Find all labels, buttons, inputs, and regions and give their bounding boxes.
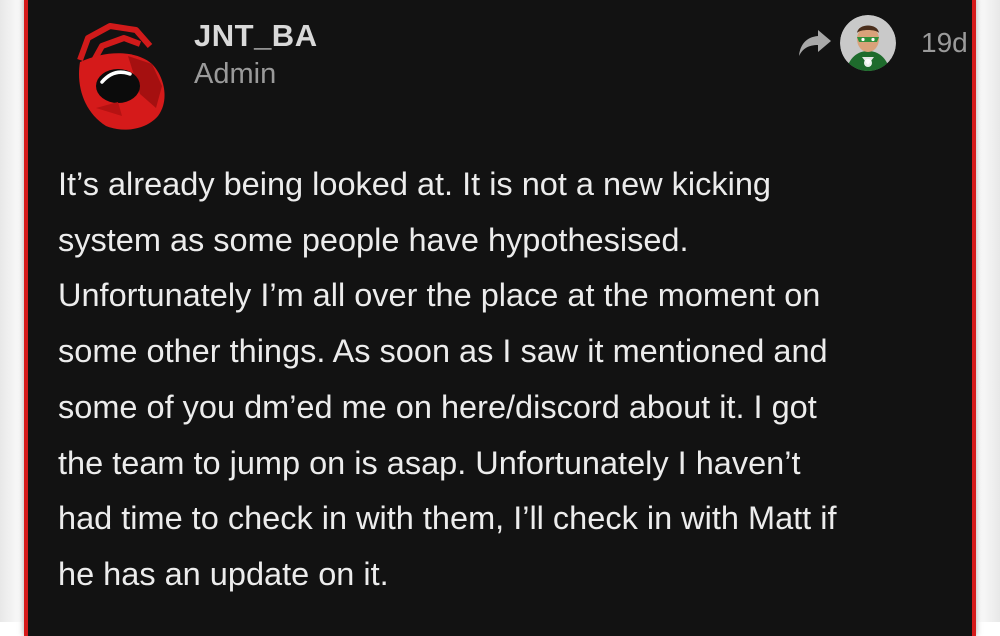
- post-body-line: Unfortunately I’m all over the place at …: [58, 277, 821, 314]
- reply-to-button[interactable]: [798, 28, 832, 58]
- post-date[interactable]: 19d: [921, 27, 968, 59]
- post-body-line: the team to jump on is asap. Unfortunate…: [58, 444, 801, 481]
- author-title: Admin: [194, 58, 277, 90]
- reply-arrow-icon: [799, 30, 831, 56]
- post-body: It’s already being looked at. It is not …: [58, 157, 958, 603]
- author-avatar[interactable]: [66, 16, 182, 132]
- post-body-line: some of you dm’ed me on here/discord abo…: [58, 388, 817, 425]
- post-card: JNT_BA Admin 19d It’s already being look…: [24, 0, 976, 636]
- red-helmet-logo-icon: [77, 23, 165, 130]
- post-body-line: he has an update on it.: [58, 555, 389, 592]
- post-body-line: some other things. As soon as I saw it m…: [58, 333, 828, 370]
- reply-to-avatar[interactable]: [840, 15, 896, 71]
- post-body-line: had time to check in with them, I’ll che…: [58, 500, 837, 537]
- post-body-line: system as some people have hypothesised.: [58, 221, 689, 258]
- author-username[interactable]: JNT_BA: [194, 18, 318, 54]
- post-body-line: It’s already being looked at. It is not …: [58, 166, 772, 202]
- user-avatar-green-lantern-icon: [840, 15, 896, 71]
